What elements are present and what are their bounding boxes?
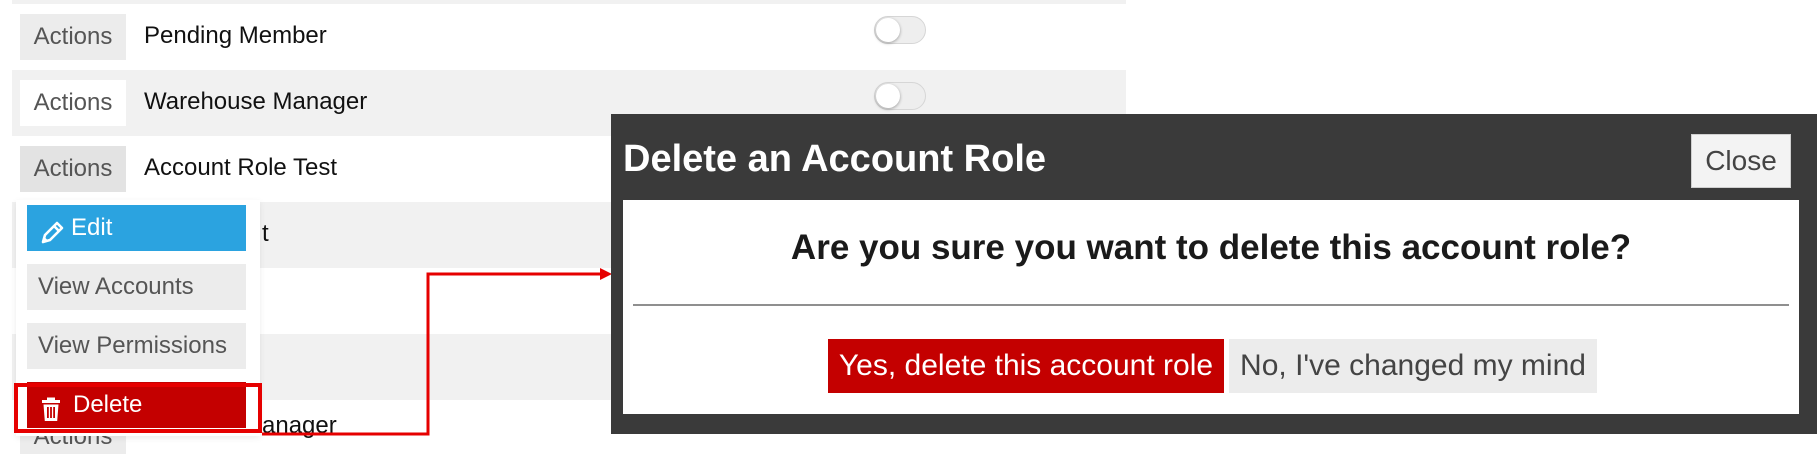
close-button[interactable]: Close [1691,134,1791,188]
pencil-icon [39,216,65,262]
view-permissions-label: View Permissions [38,332,227,359]
view-accounts-label: View Accounts [38,273,194,300]
toggle-knob [876,84,900,108]
delete-label: Delete [73,391,143,418]
delete-menu-item[interactable]: Delete [27,382,246,428]
role-name: anager [262,412,337,439]
confirmation-question: Are you sure you want to delete this acc… [790,228,1632,267]
table-row: Actions Pending Member [12,4,1126,70]
delete-role-modal: Delete an Account Role Close Are you sur… [611,114,1817,434]
role-name: Account Role Test [144,154,337,181]
toggle-knob [876,18,900,42]
edit-menu-item[interactable]: Edit [27,205,246,251]
edit-label: Edit [71,214,113,241]
status-toggle[interactable] [874,16,926,44]
trash-icon [39,393,63,439]
view-accounts-menu-item[interactable]: View Accounts [27,264,246,310]
modal-title: Delete an Account Role [623,138,1047,180]
role-name: Warehouse Manager [144,88,368,115]
actions-button[interactable]: Actions [20,80,126,126]
status-toggle[interactable] [874,82,926,110]
role-name: Pending Member [144,22,327,49]
confirm-delete-button[interactable]: Yes, delete this account role [828,339,1224,393]
actions-dropdown-menu: Edit View Accounts View Permissions Dele… [16,200,260,436]
actions-button[interactable]: Actions [20,14,126,60]
modal-header: Delete an Account Role Close [623,130,1805,188]
divider [633,304,1789,306]
role-name: t [262,220,269,247]
actions-button[interactable]: Actions [20,146,126,192]
cancel-button[interactable]: No, I've changed my mind [1229,339,1597,393]
modal-body: Are you sure you want to delete this acc… [623,200,1799,414]
view-permissions-menu-item[interactable]: View Permissions [27,323,246,369]
